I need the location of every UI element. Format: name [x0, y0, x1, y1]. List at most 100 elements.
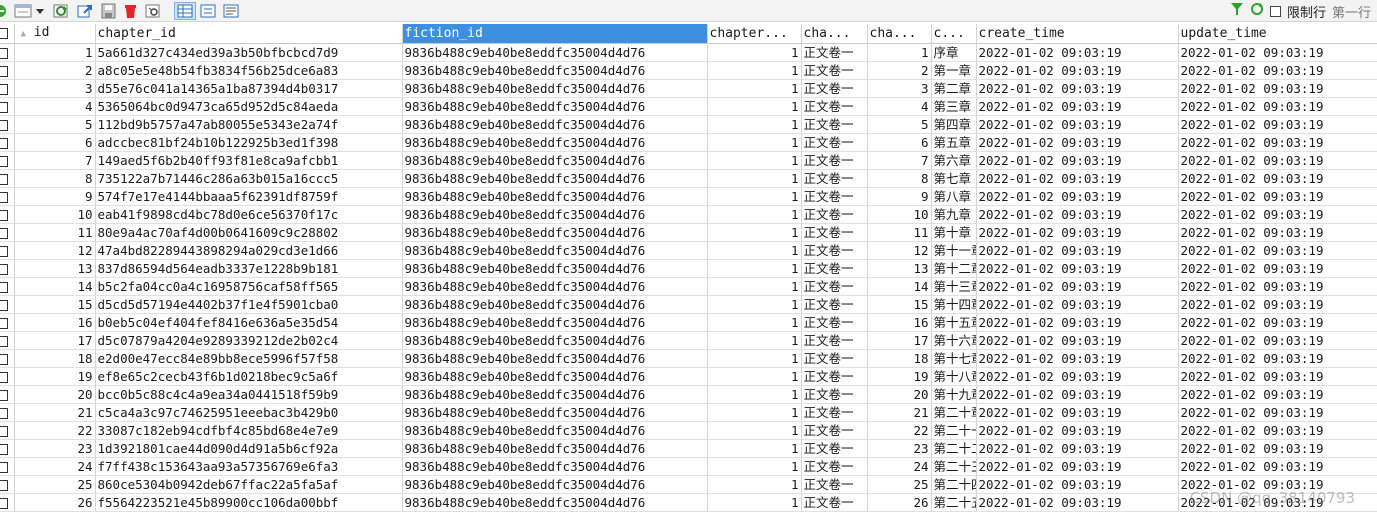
table-cell[interactable]: c5ca4a3c97c74625951eeebac3b429b0	[95, 403, 403, 422]
table-cell[interactable]: 9836b488c9eb40be8eddfc35004d4d76	[402, 115, 708, 134]
table-cell[interactable]: 5365064bc0d9473ca65d952d5c84aeda	[95, 97, 403, 116]
table-cell[interactable]: 1	[707, 205, 802, 224]
table-cell[interactable]: 1	[707, 403, 802, 422]
table-cell[interactable]: e2d00e47ecc84e89bb8ece5996f57f58	[95, 349, 403, 368]
table-cell[interactable]: 正文卷一	[801, 457, 868, 476]
table-cell[interactable]: 正文卷一	[801, 493, 868, 512]
table-cell[interactable]: 正文卷一	[801, 259, 868, 278]
row-selector[interactable]	[0, 187, 15, 206]
table-cell[interactable]: d5cd5d57194e4402b37f1e4f5901cba0	[95, 295, 403, 314]
table-cell[interactable]: 2022-01-02 09:03:19	[976, 223, 1179, 242]
table-cell[interactable]: 2022-01-02 09:03:19	[1178, 223, 1377, 242]
table-cell[interactable]: 2022-01-02 09:03:19	[976, 205, 1179, 224]
table-row[interactable]: 7 149aed5f6b2b40ff93f81e8ca9afcbb1 9836b48…	[0, 151, 1377, 170]
column-header-chapter-num[interactable]: chapter...	[707, 24, 802, 44]
table-cell[interactable]: 2022-01-02 09:03:19	[976, 493, 1179, 512]
table-cell[interactable]: 第二章	[931, 79, 977, 98]
table-cell[interactable]: 9836b488c9eb40be8eddfc35004d4d76	[402, 367, 708, 386]
table-cell[interactable]: 第十八章	[931, 367, 977, 386]
table-cell[interactable]: 5	[867, 115, 932, 134]
table-cell[interactable]: 第十四章	[931, 295, 977, 314]
table-cell[interactable]: b0eb5c04ef404fef8416e636a5e35d54	[95, 313, 403, 332]
table-cell[interactable]: 9836b488c9eb40be8eddfc35004d4d76	[402, 151, 708, 170]
table-cell[interactable]: 2022-01-02 09:03:19	[1178, 295, 1377, 314]
row-selector[interactable]	[0, 475, 15, 494]
table-cell[interactable]: 9836b488c9eb40be8eddfc35004d4d76	[402, 241, 708, 260]
table-cell[interactable]: 1	[707, 295, 802, 314]
table-row[interactable]: 20 bcc0b5c88c4c4a9ea34a0441518f59b9 9836b4…	[0, 385, 1377, 404]
table-cell[interactable]: 正文卷一	[801, 151, 868, 170]
table-cell[interactable]: 正文卷一	[801, 475, 868, 494]
table-cell[interactable]: 2022-01-02 09:03:19	[1178, 331, 1377, 350]
table-row[interactable]: 14 b5c2fa04cc0a4c16958756caf58ff565 9836b4…	[0, 277, 1377, 296]
table-cell[interactable]: 25	[14, 475, 96, 494]
table-cell[interactable]: 第十章	[931, 223, 977, 242]
table-row[interactable]: 9 574f7e17e4144bbaaa5f62391df8759f 9836b48…	[0, 187, 1377, 206]
table-cell[interactable]: 18	[14, 349, 96, 368]
column-header-create-time[interactable]: create_time	[976, 24, 1179, 44]
table-cell[interactable]: 574f7e17e4144bbaaa5f62391df8759f	[95, 187, 403, 206]
table-cell[interactable]: 1	[707, 259, 802, 278]
row-selector[interactable]	[0, 79, 15, 98]
row-selector[interactable]	[0, 43, 15, 62]
table-cell[interactable]: 9836b488c9eb40be8eddfc35004d4d76	[402, 331, 708, 350]
table-cell[interactable]: 3	[14, 79, 96, 98]
table-cell[interactable]: 正文卷一	[801, 79, 868, 98]
table-cell[interactable]: 第三章	[931, 97, 977, 116]
table-row[interactable]: 24 f7ff438c153643aa93a57356769e6fa3 9836b4…	[0, 457, 1377, 476]
table-cell[interactable]: 1	[707, 97, 802, 116]
table-row[interactable]: 1 5a661d327c434ed39a3b50bfbcbcd7d9 9836b48…	[0, 43, 1377, 62]
table-cell[interactable]: f7ff438c153643aa93a57356769e6fa3	[95, 457, 403, 476]
table-cell[interactable]: 33087c182eb94cdfbf4c85bd68e4e7e9	[95, 421, 403, 440]
table-cell[interactable]: 1	[707, 79, 802, 98]
table-cell[interactable]: 2022-01-02 09:03:19	[976, 61, 1179, 80]
row-selector[interactable]	[0, 133, 15, 152]
table-cell[interactable]: 5a661d327c434ed39a3b50bfbcbcd7d9	[95, 43, 403, 62]
table-cell[interactable]: 2	[867, 61, 932, 80]
table-cell[interactable]: 2022-01-02 09:03:19	[976, 457, 1179, 476]
table-cell[interactable]: 第二十五章	[931, 493, 977, 512]
table-cell[interactable]: 2022-01-02 09:03:19	[1178, 421, 1377, 440]
table-cell[interactable]: 2022-01-02 09:03:19	[1178, 277, 1377, 296]
table-cell[interactable]: 6	[14, 133, 96, 152]
table-cell[interactable]: 1	[707, 367, 802, 386]
table-cell[interactable]: 24	[14, 457, 96, 476]
table-cell[interactable]: 9836b488c9eb40be8eddfc35004d4d76	[402, 205, 708, 224]
table-row[interactable]: 12 47a4bd82289443898294a029cd3e1d66 9836b4…	[0, 241, 1377, 260]
table-cell[interactable]: 2022-01-02 09:03:19	[1178, 475, 1377, 494]
table-cell[interactable]: 9	[14, 187, 96, 206]
table-cell[interactable]: 8	[14, 169, 96, 188]
table-cell[interactable]: 2022-01-02 09:03:19	[1178, 349, 1377, 368]
row-selector[interactable]	[0, 421, 15, 440]
table-cell[interactable]: 2022-01-02 09:03:19	[976, 367, 1179, 386]
table-cell[interactable]: 19	[14, 367, 96, 386]
table-cell[interactable]: 2022-01-02 09:03:19	[976, 43, 1179, 62]
table-cell[interactable]: 第十六章	[931, 331, 977, 350]
table-cell[interactable]: 1	[707, 43, 802, 62]
reset-icon[interactable]	[1250, 2, 1264, 20]
table-cell[interactable]: 26	[867, 493, 932, 512]
table-cell[interactable]: 2022-01-02 09:03:19	[1178, 97, 1377, 116]
table-cell[interactable]: 第十五章	[931, 313, 977, 332]
table-cell[interactable]: 18	[867, 349, 932, 368]
row-selector[interactable]	[0, 277, 15, 296]
limit-rows-checkbox[interactable]	[1269, 5, 1281, 17]
table-cell[interactable]: 149aed5f6b2b40ff93f81e8ca9afcbb1	[95, 151, 403, 170]
table-cell[interactable]: 23	[14, 439, 96, 458]
table-cell[interactable]: 第十九章	[931, 385, 977, 404]
table-cell[interactable]: 22	[14, 421, 96, 440]
table-cell[interactable]: 正文卷一	[801, 403, 868, 422]
form-view-icon[interactable]	[199, 2, 217, 20]
table-cell[interactable]: 1	[707, 457, 802, 476]
table-cell[interactable]: f5564223521e45b89900cc106da00bbf	[95, 493, 403, 512]
table-cell[interactable]: 2022-01-02 09:03:19	[976, 97, 1179, 116]
table-cell[interactable]: 2022-01-02 09:03:19	[1178, 385, 1377, 404]
table-cell[interactable]: 1	[707, 493, 802, 512]
table-cell[interactable]: 1	[707, 349, 802, 368]
table-cell[interactable]: 4	[14, 97, 96, 116]
row-selector[interactable]	[0, 313, 15, 332]
table-cell[interactable]: 1	[707, 223, 802, 242]
table-cell[interactable]: 1	[707, 421, 802, 440]
table-cell[interactable]: 1	[707, 115, 802, 134]
table-cell[interactable]: ef8e65c2cecb43f6b1d0218bec9c5a6f	[95, 367, 403, 386]
